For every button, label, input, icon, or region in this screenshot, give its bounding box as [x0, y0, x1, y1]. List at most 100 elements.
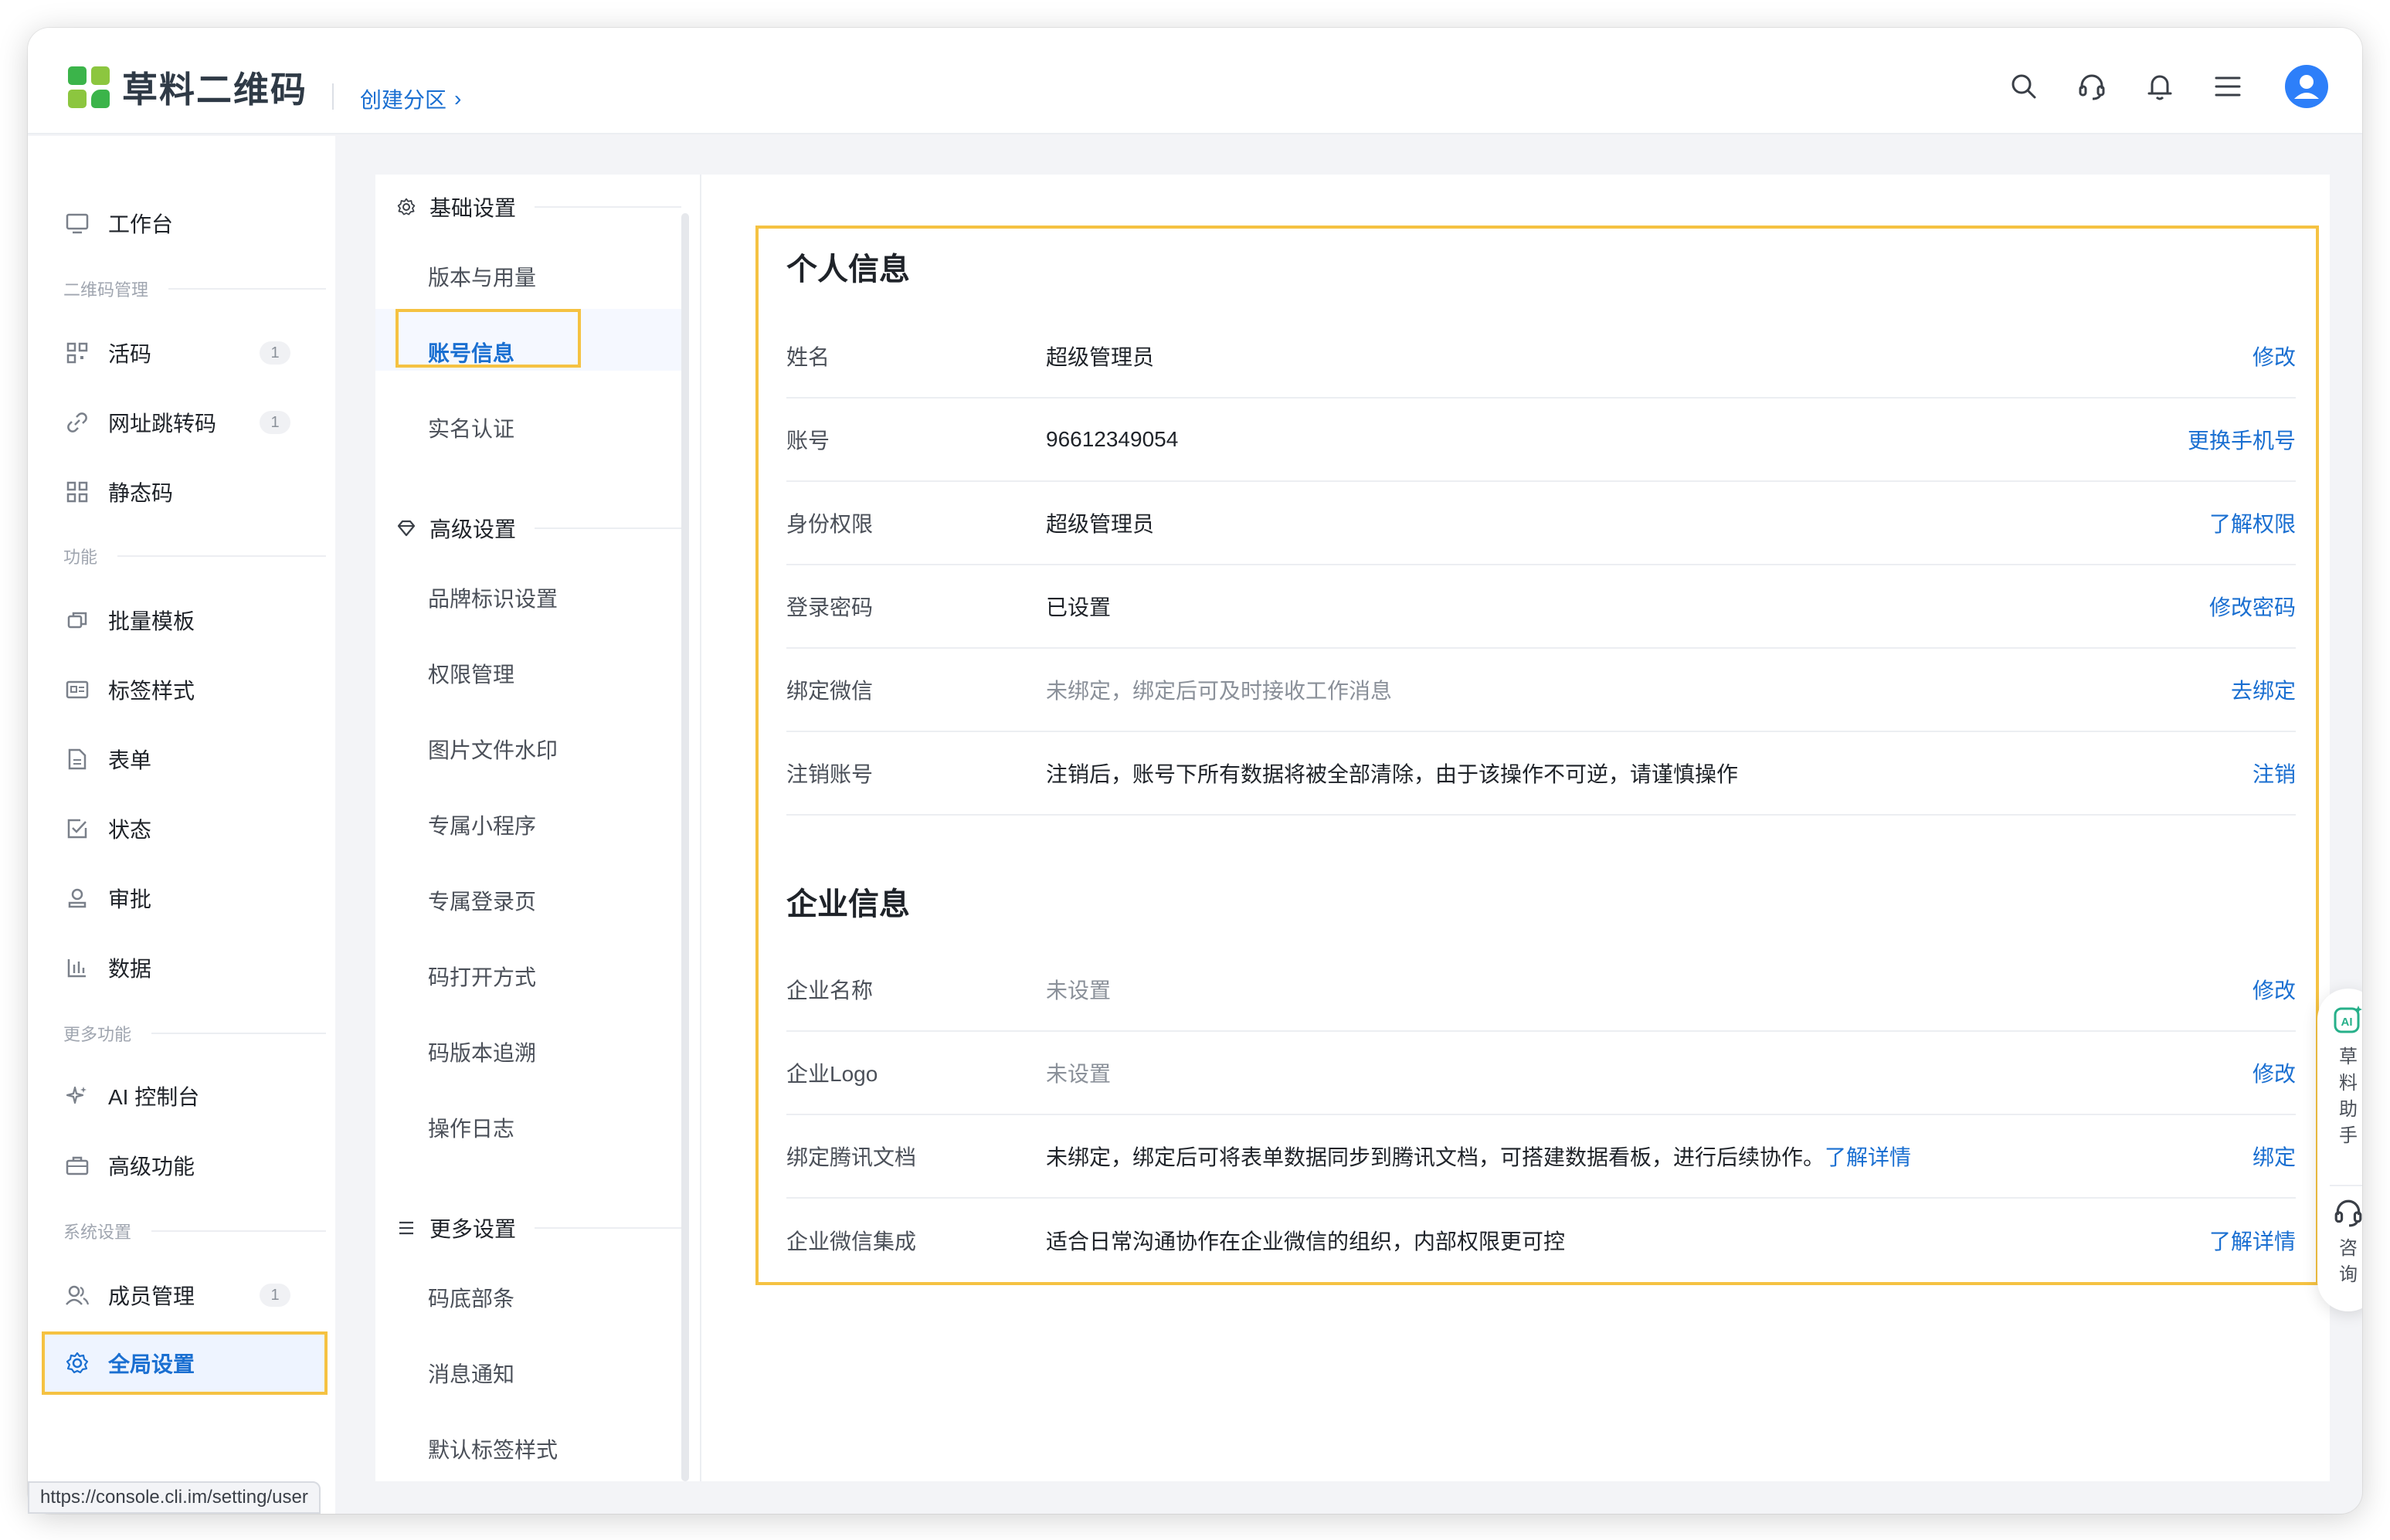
row-value: 适合日常沟通协作在企业微信的组织，内部权限更可控 [1046, 1230, 1566, 1253]
learn-permission-link[interactable]: 了解权限 [2209, 507, 2296, 538]
sidebar-item-members[interactable]: 成员管理 1 [63, 1273, 326, 1318]
deactivate-link[interactable]: 注销 [2253, 758, 2296, 789]
change-password-link[interactable]: 修改密码 [2209, 591, 2296, 622]
sidebar-item-static-code[interactable]: 静态码 [63, 470, 326, 514]
sidebar-item-approval[interactable]: 审批 [63, 876, 326, 921]
subnav-item-op-log[interactable]: 操作日志 [428, 1112, 514, 1143]
subnav-item-permission[interactable]: 权限管理 [428, 658, 514, 689]
ai-assistant-icon[interactable]: AI [2333, 1004, 2362, 1035]
tencent-desc: 未绑定，绑定后可将表单数据同步到腾讯文档，可搭建数据看板，进行后续协作。 [1046, 1145, 1825, 1169]
sidebar-item-url-code[interactable]: 网址跳转码 1 [63, 400, 326, 445]
row-account: 账号 96612349054 更换手机号 [786, 399, 2296, 482]
sidebar-item-data[interactable]: 数据 [63, 945, 326, 990]
row-label: 绑定微信 [786, 679, 874, 703]
subnav-item-watermark[interactable]: 图片文件水印 [428, 734, 558, 765]
sidebar-group-more: 更多功能 [63, 1021, 326, 1046]
row-tencent-docs: 绑定腾讯文档 未绑定，绑定后可将表单数据同步到腾讯文档，可搭建数据看板，进行后续… [786, 1115, 2296, 1199]
breadcrumb[interactable]: 创建分区 › [360, 83, 461, 114]
group-label: 二维码管理 [63, 280, 149, 300]
headset-icon[interactable] [2333, 1197, 2362, 1228]
subnav-item-version-usage[interactable]: 版本与用量 [428, 261, 536, 292]
subnav-item-mini-program[interactable]: 专属小程序 [428, 809, 536, 840]
bind-tencent-link[interactable]: 绑定 [2253, 1141, 2296, 1172]
diamond-icon [396, 517, 417, 539]
status-bar-url: https://console.cli.im/setting/user [28, 1481, 321, 1514]
subnav-item-brand-mark[interactable]: 品牌标识设置 [428, 582, 558, 613]
sidebar-item-label: 静态码 [108, 481, 174, 505]
sidebar-item-batch-template[interactable]: 批量模板 [63, 598, 326, 643]
row-label: 登录密码 [786, 595, 874, 619]
group-label: 更多设置 [429, 1217, 517, 1241]
subnav-item-account-info[interactable]: 账号信息 [428, 337, 514, 368]
wecom-learn-more-link[interactable]: 了解详情 [2209, 1225, 2296, 1256]
group-label: 基础设置 [429, 196, 517, 220]
edit-enterprise-logo-link[interactable]: 修改 [2253, 1057, 2296, 1088]
subnav-item-login-page[interactable]: 专属登录页 [428, 885, 536, 916]
row-role: 身份权限 超级管理员 了解权限 [786, 482, 2296, 565]
gear-icon [396, 196, 417, 218]
subnav-item-real-name[interactable]: 实名认证 [428, 412, 514, 443]
sidebar-item-label: 网址跳转码 [108, 412, 217, 436]
helper-divider [2330, 1185, 2362, 1186]
row-label: 企业Logo [786, 1062, 878, 1086]
settings-subnav: 基础设置 版本与用量 账号信息 实名认证 高级设置 品牌标识设置 权限管理 图片… [375, 175, 700, 1481]
assistant-char: 助 [2339, 1099, 2358, 1120]
row-label: 绑定腾讯文档 [786, 1145, 917, 1169]
sparkle-icon [63, 1082, 91, 1110]
subnav-item-default-label[interactable]: 默认标签样式 [428, 1433, 558, 1464]
edit-name-link[interactable]: 修改 [2253, 341, 2296, 371]
list-icon [396, 1217, 417, 1239]
row-value: 未绑定，绑定后可及时接收工作消息 [1046, 679, 1393, 703]
sidebar-item-workbench[interactable]: 工作台 [63, 201, 326, 246]
avatar[interactable] [2285, 65, 2328, 108]
row-label: 身份权限 [786, 512, 874, 536]
monitor-icon [63, 209, 91, 237]
subnav-item-notification[interactable]: 消息通知 [428, 1358, 514, 1389]
menu-icon[interactable] [2211, 70, 2245, 103]
app-window: 草料二维码 创建分区 › 工作台 二维码管理 活码 1 网址跳转码 1 静态码 … [28, 28, 2362, 1514]
row-name: 姓名 超级管理员 修改 [786, 315, 2296, 399]
subnav-item-code-footer[interactable]: 码底部条 [428, 1282, 514, 1313]
link-icon [63, 409, 91, 436]
row-label: 账号 [786, 429, 830, 453]
tencent-learn-more-link[interactable]: 了解详情 [1825, 1145, 1911, 1169]
top-header: 草料二维码 创建分区 › [28, 28, 2362, 134]
sidebar-item-label: 状态 [108, 818, 152, 842]
logo-text: 草料二维码 [122, 70, 307, 110]
sidebar-item-live-code[interactable]: 活码 1 [63, 331, 326, 375]
sidebar-item-ai-console[interactable]: AI 控制台 [63, 1074, 326, 1118]
header-icons [2007, 65, 2328, 108]
sidebar-item-label: 标签样式 [108, 679, 195, 703]
sidebar-item-label-style[interactable]: 标签样式 [63, 667, 326, 712]
edit-enterprise-name-link[interactable]: 修改 [2253, 974, 2296, 1005]
subnav-item-version-trace[interactable]: 码版本追溯 [428, 1036, 536, 1067]
headset-icon[interactable] [2075, 70, 2109, 103]
row-label: 企业名称 [786, 979, 874, 1002]
consult-label[interactable]: 咨 询 [2317, 1236, 2362, 1288]
row-value: 注销后，账号下所有数据将被全部清除，由于该操作不可逆，请谨慎操作 [1046, 762, 1739, 786]
subnav-item-open-mode[interactable]: 码打开方式 [428, 961, 536, 992]
subnav-group-advanced: 高级设置 [396, 513, 681, 544]
sidebar-group-qr: 二维码管理 [63, 276, 326, 301]
assistant-label[interactable]: 草 料 助 手 [2317, 1044, 2362, 1149]
sidebar-item-global-settings[interactable]: 全局设置 [63, 1341, 326, 1386]
consult-char: 询 [2339, 1264, 2358, 1285]
subnav-scrollbar[interactable] [681, 213, 689, 1481]
personal-info-title: 个人信息 [786, 253, 910, 287]
sidebar-item-advanced[interactable]: 高级功能 [63, 1143, 326, 1188]
logo[interactable]: 草料二维码 [68, 62, 307, 113]
row-label: 注销账号 [786, 762, 874, 786]
gear-icon [63, 1349, 91, 1377]
change-phone-link[interactable]: 更换手机号 [2188, 424, 2296, 455]
search-icon[interactable] [2007, 70, 2041, 103]
count-badge: 1 [260, 411, 290, 434]
stamp-icon [63, 884, 91, 912]
row-value: 超级管理员 [1046, 345, 1155, 369]
sidebar-item-status[interactable]: 状态 [63, 806, 326, 851]
sidebar-item-label: 全局设置 [108, 1352, 195, 1376]
sidebar-item-form[interactable]: 表单 [63, 737, 326, 782]
users-icon [63, 1281, 91, 1309]
bind-wechat-link[interactable]: 去绑定 [2231, 674, 2296, 705]
bell-icon[interactable] [2143, 70, 2177, 103]
group-label: 功能 [63, 548, 98, 567]
